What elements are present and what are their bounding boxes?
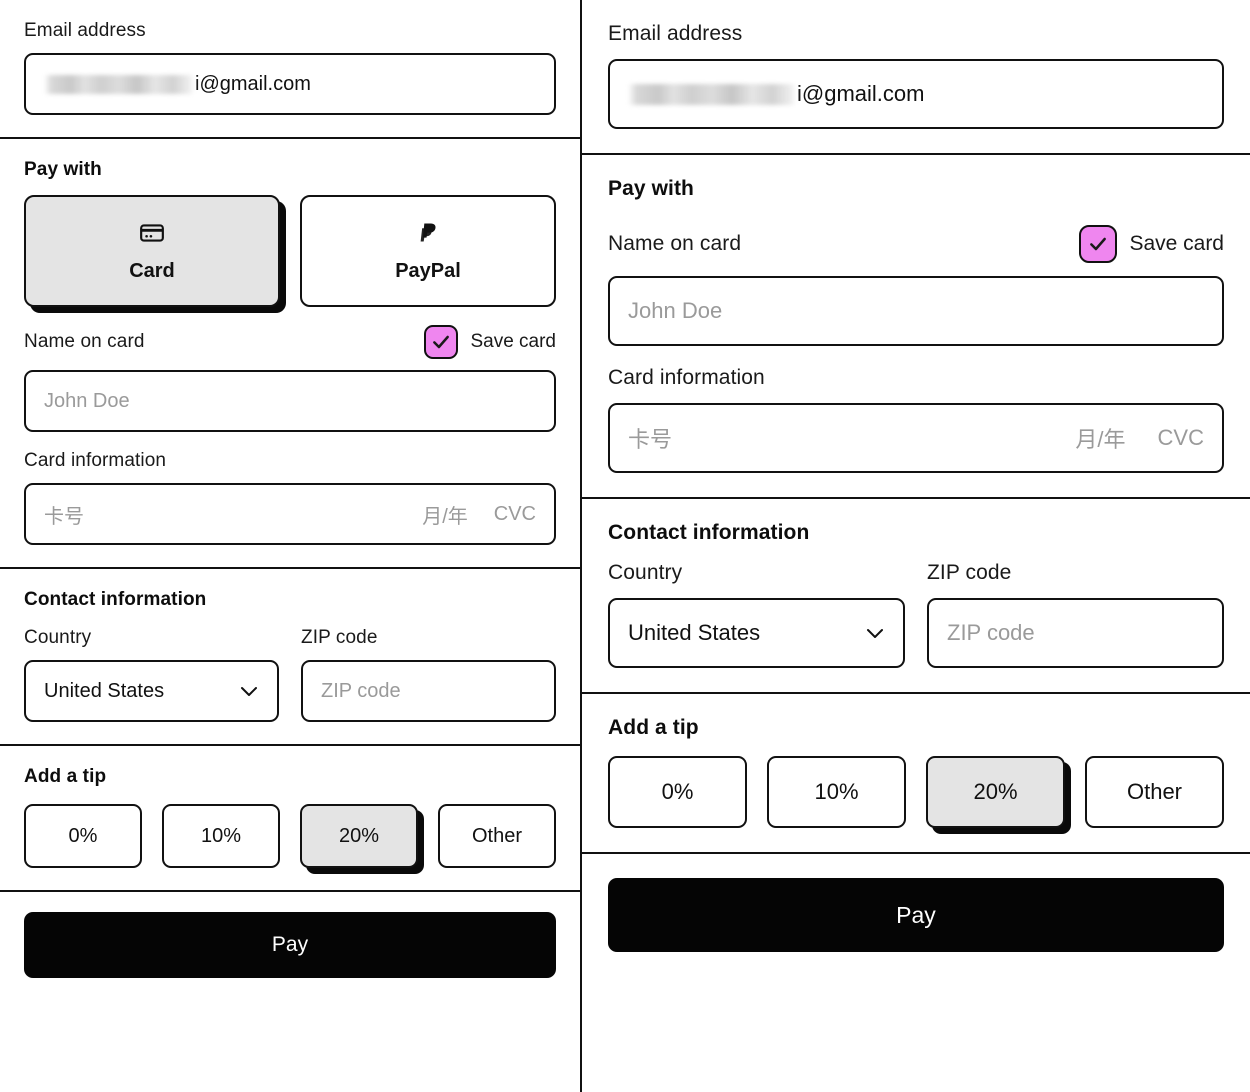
zip-label: ZIP code [301, 627, 556, 649]
pay-with-section-wide: Pay with Name on card Save card John D [582, 155, 1250, 499]
contact-fields-grid-wide: Country United States ZIP code ZIP code [608, 561, 1224, 668]
submit-section-wide: Pay [582, 854, 1250, 978]
save-card-toggle-wide[interactable]: Save card [1079, 225, 1224, 263]
pay-button-wide[interactable]: Pay [608, 878, 1224, 952]
email-redacted-prefix [44, 75, 194, 94]
contact-information-title: Contact information [24, 589, 556, 611]
email-redacted-prefix-wide [628, 84, 796, 105]
card-information-block-wide: Card information 卡号 月/年 CVC [608, 366, 1224, 473]
country-selected-value: United States [44, 680, 164, 703]
card-number-input[interactable]: 卡号 [44, 500, 422, 529]
email-value-suffix-wide: i@gmail.com [797, 81, 924, 107]
tip-option-other-wide[interactable]: Other [1085, 756, 1224, 828]
country-label-wide: Country [608, 561, 905, 585]
checkout-panel-narrow: Email address i@gmail.com Pay with [0, 0, 582, 1092]
zip-input[interactable]: ZIP code [301, 660, 556, 722]
name-on-card-header-wide: Name on card Save card [608, 225, 1224, 263]
name-on-card-placeholder-wide: John Doe [628, 298, 722, 324]
country-select-wide[interactable]: United States [608, 598, 905, 668]
tip-options-group-wide: 0% 10% 20% Other [608, 756, 1224, 828]
tip-option-10[interactable]: 10% [162, 804, 280, 868]
email-input-wide[interactable]: i@gmail.com [608, 59, 1224, 129]
email-label-wide: Email address [608, 22, 1224, 46]
save-card-checkbox[interactable] [424, 325, 458, 359]
contact-information-section-wide: Contact information Country United State… [582, 499, 1250, 694]
contact-information-section: Contact information Country United State… [0, 569, 580, 746]
name-on-card-input[interactable]: John Doe [24, 370, 556, 432]
payment-method-card[interactable]: Card [24, 195, 280, 307]
country-select[interactable]: United States [24, 660, 279, 722]
country-label: Country [24, 627, 279, 649]
tip-section: Add a tip 0% 10% 20% Other [0, 746, 580, 892]
name-on-card-header: Name on card Save card [24, 325, 556, 359]
email-section: Email address i@gmail.com [0, 0, 580, 139]
card-information-block: Card information 卡号 月/年 CVC [24, 450, 556, 545]
name-on-card-block: Name on card Save card John Doe [24, 325, 556, 432]
checkout-comparison-stage: Email address i@gmail.com Pay with [0, 0, 1250, 1092]
name-on-card-label: Name on card [24, 331, 145, 353]
country-field: Country United States [24, 627, 279, 722]
country-selected-value-wide: United States [628, 620, 760, 646]
payment-method-group: Card PayPal [24, 195, 556, 307]
card-information-label-wide: Card information [608, 366, 1224, 390]
tip-option-20-wide[interactable]: 20% [926, 756, 1065, 828]
name-on-card-label-wide: Name on card [608, 232, 741, 256]
card-information-label: Card information [24, 450, 556, 472]
credit-card-icon [139, 220, 165, 246]
zip-label-wide: ZIP code [927, 561, 1224, 585]
tip-option-10-wide[interactable]: 10% [767, 756, 906, 828]
chevron-down-icon [237, 679, 261, 703]
payment-method-paypal[interactable]: PayPal [300, 195, 556, 307]
payment-method-card-label: Card [129, 260, 175, 283]
tip-title: Add a tip [24, 766, 556, 788]
email-input[interactable]: i@gmail.com [24, 53, 556, 115]
card-expiry-input[interactable]: 月/年 [422, 500, 468, 529]
tip-option-0-wide[interactable]: 0% [608, 756, 747, 828]
card-cvc-input-wide[interactable]: CVC [1158, 425, 1204, 451]
payment-method-paypal-label: PayPal [395, 260, 461, 283]
pay-with-title: Pay with [24, 159, 556, 181]
save-card-toggle[interactable]: Save card [424, 325, 556, 359]
zip-input-wide[interactable]: ZIP code [927, 598, 1224, 668]
contact-fields-grid: Country United States ZIP code ZIP code [24, 627, 556, 722]
email-value-suffix: i@gmail.com [195, 73, 311, 96]
zip-field-wide: ZIP code ZIP code [927, 561, 1224, 668]
pay-button[interactable]: Pay [24, 912, 556, 978]
zip-field: ZIP code ZIP code [301, 627, 556, 722]
pay-with-section: Pay with Card [0, 139, 580, 569]
tip-option-other[interactable]: Other [438, 804, 556, 868]
pay-with-title-wide: Pay with [608, 177, 1224, 201]
zip-placeholder-wide: ZIP code [947, 620, 1035, 646]
card-expiry-input-wide[interactable]: 月/年 [1075, 422, 1125, 454]
tip-options-group: 0% 10% 20% Other [24, 804, 556, 868]
card-number-input-wide[interactable]: 卡号 [628, 422, 1075, 454]
paypal-icon [415, 220, 441, 246]
email-section-wide: Email address i@gmail.com [582, 0, 1250, 155]
country-field-wide: Country United States [608, 561, 905, 668]
card-cvc-input[interactable]: CVC [494, 503, 536, 526]
tip-option-0[interactable]: 0% [24, 804, 142, 868]
tip-option-20[interactable]: 20% [300, 804, 418, 868]
tip-title-wide: Add a tip [608, 716, 1224, 740]
name-on-card-placeholder: John Doe [44, 390, 130, 413]
save-card-label: Save card [470, 331, 556, 353]
contact-information-title-wide: Contact information [608, 521, 1224, 545]
checkout-panel-wide: Email address i@gmail.com Pay with Name … [582, 0, 1250, 1092]
name-on-card-input-wide[interactable]: John Doe [608, 276, 1224, 346]
card-information-input-group-wide[interactable]: 卡号 月/年 CVC [608, 403, 1224, 473]
card-information-input-group[interactable]: 卡号 月/年 CVC [24, 483, 556, 545]
zip-placeholder: ZIP code [321, 680, 401, 703]
chevron-down-icon-wide [863, 621, 887, 645]
save-card-label-wide: Save card [1129, 232, 1224, 256]
email-label: Email address [24, 20, 556, 42]
submit-section: Pay [0, 892, 580, 1000]
tip-section-wide: Add a tip 0% 10% 20% Other [582, 694, 1250, 854]
save-card-checkbox-wide[interactable] [1079, 225, 1117, 263]
name-on-card-block-wide: Name on card Save card John Doe [608, 225, 1224, 346]
